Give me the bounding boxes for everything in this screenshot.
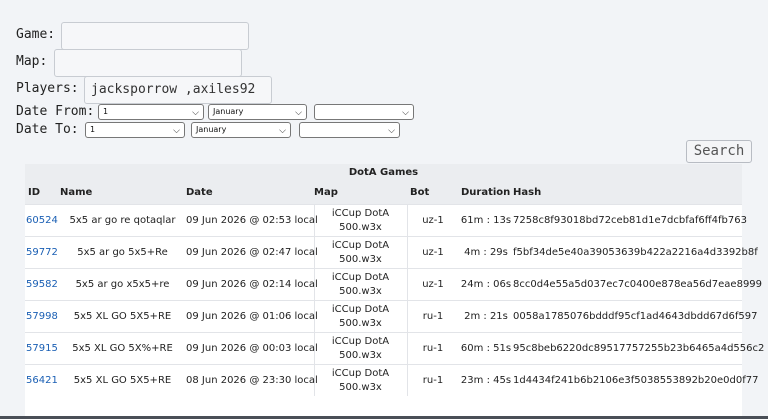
- cell-duration: 23m : 45s: [460, 375, 512, 386]
- cell-map: iCCup DotA 500.w3x: [314, 239, 407, 270]
- cell-map: iCCup DotA 500.w3x: [314, 207, 407, 238]
- cell-hash: 0058a1785076bdddf95cf1ad4643dbdd67d6f597: [513, 311, 758, 322]
- map-line-1: iCCup DotA: [331, 336, 390, 347]
- cell-hash: 1d4434f241b6b2106e3f5038553892b20e0d0f77: [513, 375, 759, 386]
- cell-date: 09 Jun 2026 @ 02:47 local: [186, 247, 318, 258]
- table-row: 56421 5x5 XL GO 5X5+RE 08 Jun 2026 @ 23:30…: [25, 364, 759, 398]
- table-row: 57915 5x5 XL GO 5X%+RE 09 Jun 2026 @ 00:03…: [25, 332, 765, 366]
- cell-name: 5x5 ar go x5x5+re: [75, 279, 170, 290]
- cell-date: 09 Jun 2026 @ 00:03 local: [186, 343, 318, 354]
- cell-date: 09 Jun 2026 @ 02:14 local: [186, 279, 318, 290]
- search-button[interactable]: Search: [686, 140, 752, 163]
- cell-bot: uz-1: [422, 247, 444, 258]
- cell-id[interactable]: 56421: [25, 365, 60, 396]
- cell-duration: 61m : 13s: [460, 215, 512, 226]
- header-hash: Hash: [513, 187, 542, 198]
- date-to-month-select[interactable]: January ⌵: [191, 122, 291, 138]
- date-from-label: Date From:: [16, 104, 95, 119]
- map-line-2: 500.w3x: [339, 286, 382, 297]
- cell-map: iCCup DotA 500.w3x: [314, 303, 407, 334]
- cell-hash: 7258c8f93018bd72ceb81d1e7dcbfaf6ff4fb763: [513, 215, 747, 226]
- cell-bot: ru-1: [422, 375, 444, 386]
- map-line-2: 500.w3x: [339, 382, 382, 393]
- cell-id[interactable]: 57998: [25, 301, 60, 332]
- date-from-month-select[interactable]: January ⌵: [208, 104, 307, 120]
- cell-hash: 8cc0d4e55a5d037ec7c0400e878ea56d7eae8999: [513, 279, 763, 290]
- date-to-label: Date To:: [16, 122, 79, 137]
- cell-name: 5x5 XL GO 5X5+RE: [73, 311, 172, 322]
- map-line-1: iCCup DotA: [331, 208, 390, 219]
- date-from-year-select[interactable]: ⌵: [314, 104, 414, 120]
- map-line-2: 500.w3x: [339, 254, 382, 265]
- map-line-2: 500.w3x: [339, 318, 382, 329]
- game-input[interactable]: [61, 22, 249, 50]
- cell-map: iCCup DotA 500.w3x: [314, 367, 407, 398]
- map-line-1: iCCup DotA: [331, 272, 390, 283]
- chevron-down-icon: ⌵: [192, 108, 199, 118]
- header-bot: Bot: [410, 187, 430, 198]
- table-caption: DotA Games: [25, 164, 742, 181]
- cell-hash: f5bf34de5e40a39053639b422a2216a4d3392b8f: [513, 247, 758, 258]
- cell-date: 08 Jun 2026 @ 23:30 local: [186, 375, 318, 386]
- cell-date: 09 Jun 2026 @ 01:06 local: [186, 311, 318, 322]
- cell-duration: 60m : 51s: [460, 343, 512, 354]
- table-row: 57998 5x5 XL GO 5X5+RE 09 Jun 2026 @ 01:06…: [25, 300, 758, 334]
- players-label: Players:: [16, 81, 79, 96]
- date-to-year-select[interactable]: ⌵: [299, 122, 400, 138]
- date-from-day-value: 1: [103, 107, 109, 116]
- game-label: Game:: [16, 27, 56, 42]
- header-id: ID: [28, 187, 41, 198]
- header-map: Map: [314, 187, 338, 198]
- header-name: Name: [60, 187, 93, 198]
- map-line-1: iCCup DotA: [331, 304, 390, 315]
- games-table: DotA Games ID Name Date Map Bot Duration…: [25, 164, 765, 417]
- chevron-down-icon: ⌵: [295, 108, 302, 118]
- cell-name: 5x5 ar go re qotaqlar: [69, 215, 176, 226]
- cell-name: 5x5 XL GO 5X5+RE: [73, 375, 172, 386]
- map-label: Map:: [16, 54, 48, 69]
- table-row: 60524 5x5 ar go re qotaqlar 09 Jun 2026 @ …: [25, 204, 747, 238]
- cell-hash: 95c8beb6220dc89517757255b23b6465a4d556c2: [513, 343, 765, 354]
- cell-id[interactable]: 60524: [25, 205, 60, 236]
- date-from-month-value: January: [213, 107, 244, 116]
- header-date: Date: [186, 187, 213, 198]
- map-line-2: 500.w3x: [339, 222, 382, 233]
- cell-id[interactable]: 59582: [25, 269, 60, 300]
- table-header: ID Name Date Map Bot Duration Hash: [25, 181, 742, 204]
- cell-name: 5x5 ar go 5x5+Re: [77, 247, 168, 258]
- cell-bot: uz-1: [422, 279, 444, 290]
- cell-id[interactable]: 57915: [25, 333, 60, 364]
- header-duration: Duration: [461, 187, 511, 198]
- table-row: 59582 5x5 ar go x5x5+re 09 Jun 2026 @ 02:1…: [25, 268, 763, 302]
- map-line-1: iCCup DotA: [331, 368, 390, 379]
- date-from-day-select[interactable]: 1 ⌵: [98, 104, 204, 120]
- cell-bot: ru-1: [422, 343, 444, 354]
- cell-id[interactable]: 59772: [25, 237, 60, 268]
- date-to-day-select[interactable]: 1 ⌵: [85, 122, 185, 138]
- players-input[interactable]: jacksporrow ,axiles92: [84, 76, 272, 104]
- map-input[interactable]: [54, 49, 242, 77]
- chevron-down-icon: ⌵: [173, 126, 180, 136]
- map-line-2: 500.w3x: [339, 350, 382, 361]
- cell-duration: 4m : 29s: [464, 247, 508, 258]
- chevron-down-icon: ⌵: [388, 126, 395, 136]
- date-to-month-value: January: [196, 125, 227, 134]
- table-row: 59772 5x5 ar go 5x5+Re 09 Jun 2026 @ 02:47…: [25, 236, 758, 270]
- cell-map: iCCup DotA 500.w3x: [314, 335, 407, 366]
- cell-bot: uz-1: [422, 215, 444, 226]
- cell-name: 5x5 XL GO 5X%+RE: [72, 343, 173, 354]
- cell-duration: 24m : 06s: [460, 279, 512, 290]
- cell-duration: 2m : 21s: [464, 311, 508, 322]
- cell-map: iCCup DotA 500.w3x: [314, 271, 407, 302]
- cell-bot: ru-1: [422, 311, 444, 322]
- map-line-1: iCCup DotA: [331, 240, 390, 251]
- chevron-down-icon: ⌵: [279, 126, 286, 136]
- cell-date: 09 Jun 2026 @ 02:53 local: [186, 215, 318, 226]
- date-to-day-value: 1: [90, 125, 96, 134]
- chevron-down-icon: ⌵: [402, 108, 409, 118]
